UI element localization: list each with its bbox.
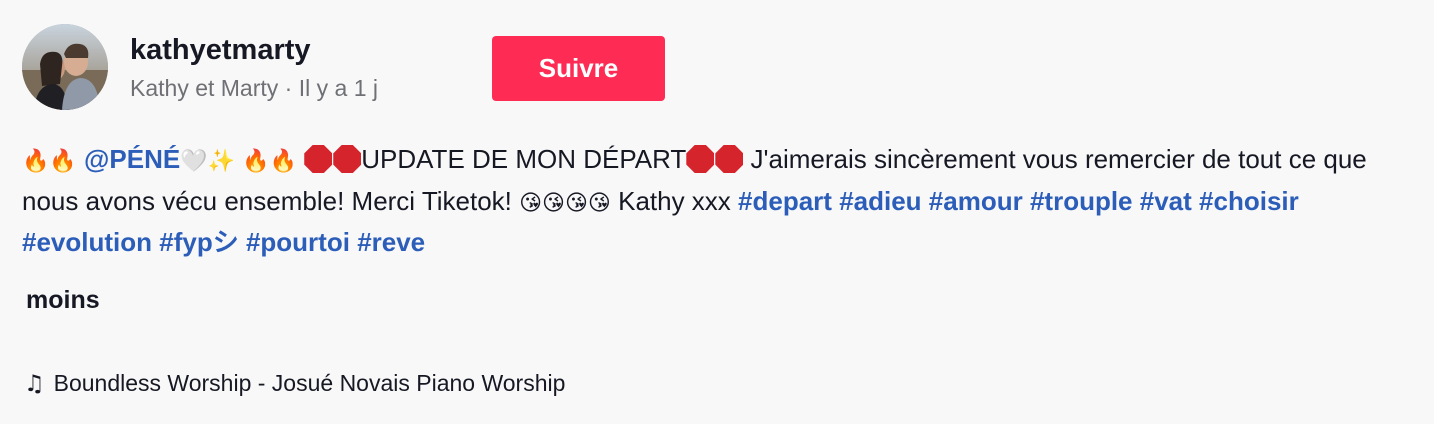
hashtag-link[interactable]: #amour (929, 186, 1023, 216)
stop-sign-icon (333, 145, 362, 173)
time-ago: Il y a 1 j (298, 75, 378, 101)
hashtag-link[interactable]: #vat (1140, 186, 1192, 216)
show-less-button[interactable]: moins (26, 286, 100, 315)
stop-sign-icon (304, 145, 333, 173)
author-subline: Kathy et Marty · Il y a 1 j (130, 74, 378, 102)
update-text: UPDATE DE MON DÉPART (361, 144, 687, 174)
hashtag-link[interactable]: #trouple (1030, 186, 1133, 216)
hashtag-link[interactable]: #evolution (22, 227, 152, 257)
post-header: kathyetmarty Kathy et Marty · Il y a 1 j (22, 24, 378, 110)
hashtag-link[interactable]: #reve (357, 227, 425, 257)
stop-sign-icon (686, 145, 715, 173)
music-note-icon: ♫ (24, 370, 45, 397)
mention-link[interactable]: @PÉNÉ (84, 144, 180, 174)
hashtag-link[interactable]: #pourtoi (246, 227, 350, 257)
caption-signoff: Kathy xxx (610, 185, 739, 216)
avatar[interactable] (22, 24, 108, 110)
post-caption: 🔥🔥 @PÉNÉ🤍✨ 🔥🔥 UPDATE DE MON DÉPART J'aim… (22, 140, 1412, 262)
display-name: Kathy et Marty (130, 75, 279, 101)
separator: · (278, 75, 299, 101)
music-title: Boundless Worship - Josué Novais Piano W… (53, 370, 566, 396)
avatar-photo-icon (22, 24, 108, 110)
hashtag-link[interactable]: #adieu (839, 186, 921, 216)
kiss-emoji: 😘😘😘😘 (519, 190, 611, 216)
stop-sign-icon (715, 145, 744, 173)
heart-sparkle-emoji: 🤍✨ (180, 149, 235, 174)
follow-button[interactable]: Suivre (492, 36, 665, 101)
author-info: kathyetmarty Kathy et Marty · Il y a 1 j (130, 32, 378, 102)
hashtag-link[interactable]: #fypシ (159, 227, 238, 257)
hashtag-link[interactable]: #depart (738, 186, 832, 216)
music-link[interactable]: ♫ Boundless Worship - Josué Novais Piano… (24, 370, 565, 397)
username[interactable]: kathyetmarty (130, 32, 378, 68)
fire-emoji: 🔥🔥 (22, 149, 77, 174)
fire-emoji: 🔥🔥 (242, 149, 298, 174)
hashtag-link[interactable]: #choisir (1199, 186, 1299, 216)
